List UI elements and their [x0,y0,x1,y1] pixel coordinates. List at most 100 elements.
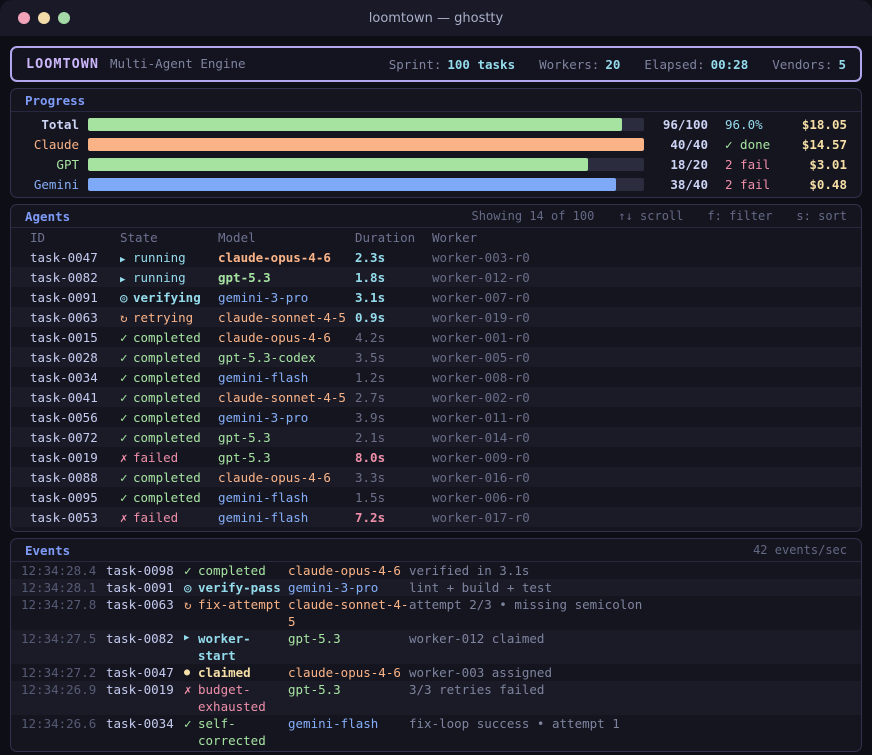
app-header: LOOMTOWN Multi-Agent Engine Sprint:100 t… [10,46,862,82]
close-button[interactable] [18,12,30,24]
agents-panel-header: Agents Showing 14 of 100 ↑↓ scroll f: fi… [11,205,861,228]
table-row[interactable]: task-0041 ✓completed claude-sonnet-4-5 2… [11,387,861,407]
column-state: State [120,230,218,245]
event-task-id: task-0098 [106,562,184,579]
table-row[interactable]: task-0088 ✓completed claude-opus-4-6 3.3… [11,467,861,487]
progress-row-gemini: Gemini 38/40 2 fail $0.48 [11,174,861,194]
worker-cell: worker-005-r0 [432,350,842,365]
model-cell: gpt-5.3-codex [218,350,355,365]
table-row[interactable]: task-0063 ↻retrying claude-sonnet-4-5 0.… [11,307,861,327]
task-id: task-0028 [30,350,120,365]
task-id: task-0015 [30,330,120,345]
state-cell: ✓completed [120,410,218,425]
table-row[interactable]: task-0047 ▶running claude-opus-4-6 2.3s … [11,247,861,267]
progress-bar-fill [88,178,616,191]
worker-cell: worker-019-r0 [432,310,842,325]
worker-cell: worker-012-r0 [432,270,842,285]
progress-cost: $14.57 [783,137,847,152]
verify-icon: ◎ [120,290,133,305]
event-row: 12:34:26.9 task-0019 ✗budget-exhausted g… [11,681,861,715]
duration-cell: 3.5s [355,350,432,365]
task-id: task-0082 [30,270,120,285]
task-id: task-0047 [30,250,120,265]
state-label: failed [133,450,178,465]
duration-cell: 1.5s [355,490,432,505]
duration-cell: 3.3s [355,470,432,485]
event-label: worker-start [198,630,288,664]
agents-table-body[interactable]: task-0047 ▶running claude-opus-4-6 2.3s … [11,247,861,531]
event-detail: lint + build + test [409,579,851,596]
table-header: ID State Model Duration Worker [11,228,861,247]
maximize-button[interactable] [58,12,70,24]
events-list[interactable]: 12:34:28.4 task-0098 ✓completed claude-o… [11,562,861,751]
event-time: 12:34:28.4 [21,562,106,579]
brand: LOOMTOWN Multi-Agent Engine [26,56,246,72]
table-row[interactable]: task-0095 ✓completed gemini-flash 1.5s w… [11,487,861,507]
task-id: task-0088 [30,470,120,485]
task-id: task-0019 [30,450,120,465]
worker-cell: worker-009-r0 [432,450,842,465]
event-detail: verified in 3.1s [409,562,851,579]
progress-count: 96/100 [653,117,708,132]
table-row[interactable]: task-0034 ✓completed gemini-flash 1.2s w… [11,367,861,387]
check-icon: ✓ [120,390,133,405]
progress-panel-header: Progress [11,89,861,112]
table-row[interactable]: task-0082 ▶running gpt-5.3 1.8s worker-0… [11,267,861,287]
state-cell: ↻retrying [120,310,218,325]
event-label: budget-exhausted [198,681,288,715]
event-model: gpt-5.3 [288,681,409,698]
state-label: verifying [133,290,201,305]
event-label: completed [198,562,288,579]
event-time: 12:34:26.9 [21,681,106,698]
state-cell: ✓completed [120,390,218,405]
event-model: gemini-3-pro [288,579,409,596]
event-kind: ✓ completed [184,562,288,579]
verify-icon: ◎ [184,579,193,596]
state-cell: ▶running [120,250,218,265]
progress-label: GPT [25,157,79,172]
event-detail: fix-loop success • attempt 1 [409,715,851,732]
task-id: task-0041 [30,390,120,405]
check-icon: ✓ [120,490,133,505]
progress-row-total: Total 96/100 96.0% $18.05 [11,114,861,134]
event-row: 12:34:27.8 task-0063 ↻fix-attempt claude… [11,596,861,630]
table-row[interactable]: task-0056 ✓completed gemini-3-pro 3.9s w… [11,407,861,427]
progress-status: 2 fail [725,157,783,172]
duration-cell: 2.1s [355,430,432,445]
duration-cell: 2.3s [355,250,432,265]
table-row[interactable]: task-0072 ✓completed gpt-5.3 2.1s worker… [11,427,861,447]
table-row[interactable]: task-0015 ✓completed claude-opus-4-6 4.2… [11,327,861,347]
column-model: Model [218,230,355,245]
titlebar: loomtown — ghostty [0,0,872,36]
window-title: loomtown — ghostty [0,11,872,26]
state-cell: ✓completed [120,490,218,505]
event-kind: ◎verify-pass [184,579,288,596]
model-cell: claude-opus-4-6 [218,470,355,485]
agents-meta: Showing 14 of 100 ↑↓ scroll f: filter s:… [472,209,847,223]
progress-bar-claude [88,138,644,151]
event-model: claude-sonnet-4-5 [288,596,409,630]
duration-cell: 8.0s [355,450,432,465]
table-row[interactable]: task-0019 ✗failed gpt-5.3 8.0s worker-00… [11,447,861,467]
table-row[interactable]: task-0028 ✓completed gpt-5.3-codex 3.5s … [11,347,861,367]
check-icon: ✓ [184,562,193,579]
header-stats: Sprint:100 tasks Workers:20 Elapsed:00:2… [389,57,846,72]
state-cell: ✓completed [120,430,218,445]
terminal-content: LOOMTOWN Multi-Agent Engine Sprint:100 t… [0,36,872,755]
event-kind: ●claimed [184,664,288,681]
event-time: 12:34:27.8 [21,596,106,613]
event-task-id: task-0019 [106,681,184,698]
table-row[interactable]: task-0053 ✗failed gemini-flash 7.2s work… [11,507,861,527]
worker-cell: worker-008-r0 [432,370,842,385]
dot-icon: ● [184,664,193,681]
model-cell: gpt-5.3 [218,430,355,445]
event-model: gpt-5.3 [288,630,409,647]
event-model: gemini-flash [288,715,409,732]
event-detail: worker-003 assigned [409,664,851,681]
traffic-lights [18,12,70,24]
progress-label: Total [25,117,79,132]
minimize-button[interactable] [38,12,50,24]
play-icon: ▶ [120,255,133,265]
check-icon: ✓ [120,370,133,385]
table-row[interactable]: task-0091 ◎verifying gemini-3-pro 3.1s w… [11,287,861,307]
